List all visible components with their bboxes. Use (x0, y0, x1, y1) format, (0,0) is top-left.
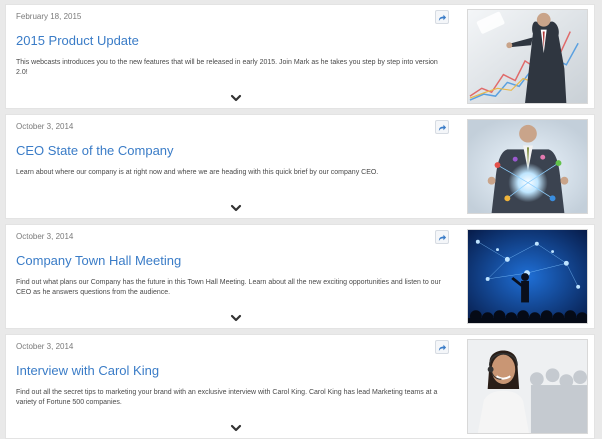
webcast-thumbnail[interactable] (467, 229, 588, 324)
chevron-down-icon[interactable] (230, 204, 242, 212)
share-icon (438, 14, 446, 21)
webcast-title-link[interactable]: 2015 Product Update (16, 33, 139, 48)
webcast-thumbnail[interactable] (467, 119, 588, 214)
chevron-down-icon[interactable] (230, 314, 242, 322)
share-icon (438, 124, 446, 131)
webcast-date: October 3, 2014 (16, 122, 74, 131)
webcast-date: October 3, 2014 (16, 232, 74, 241)
webcast-card: October 3, 2014 CEO State of the Company… (5, 114, 595, 219)
webcast-title-link[interactable]: Interview with Carol King (16, 363, 159, 378)
webcast-description: Learn about where our company is at righ… (16, 169, 379, 176)
webcast-card: October 3, 2014 Interview with Carol Kin… (5, 334, 595, 439)
webcast-title-link[interactable]: Company Town Hall Meeting (16, 253, 181, 268)
webcast-list: February 18, 2015 2015 Product Update Th… (0, 0, 602, 439)
webcast-thumbnail[interactable] (467, 9, 588, 104)
webcast-thumbnail[interactable] (467, 339, 588, 434)
share-icon (438, 344, 446, 351)
webcast-date: October 3, 2014 (16, 342, 74, 351)
share-button[interactable] (435, 120, 449, 134)
businessman-glowing-network-image (468, 120, 587, 213)
webcast-description: This webcasts introduces you to the new … (16, 59, 438, 76)
chevron-down-icon[interactable] (230, 94, 242, 102)
share-button[interactable] (435, 340, 449, 354)
share-button[interactable] (435, 230, 449, 244)
speaker-on-stage-image (468, 230, 587, 323)
webcast-description: Find out what plans our Company has the … (16, 279, 441, 296)
chevron-down-icon[interactable] (230, 424, 242, 432)
webcast-card: October 3, 2014 Company Town Hall Meetin… (5, 224, 595, 329)
share-button[interactable] (435, 10, 449, 24)
smiling-woman-headset-image (468, 340, 587, 433)
share-icon (438, 234, 446, 241)
webcast-description: Find out all the secret tips to marketin… (16, 389, 438, 406)
businessman-growth-chart-image (468, 10, 587, 103)
webcast-title-link[interactable]: CEO State of the Company (16, 143, 174, 158)
webcast-card: February 18, 2015 2015 Product Update Th… (5, 4, 595, 109)
webcast-date: February 18, 2015 (16, 12, 82, 21)
